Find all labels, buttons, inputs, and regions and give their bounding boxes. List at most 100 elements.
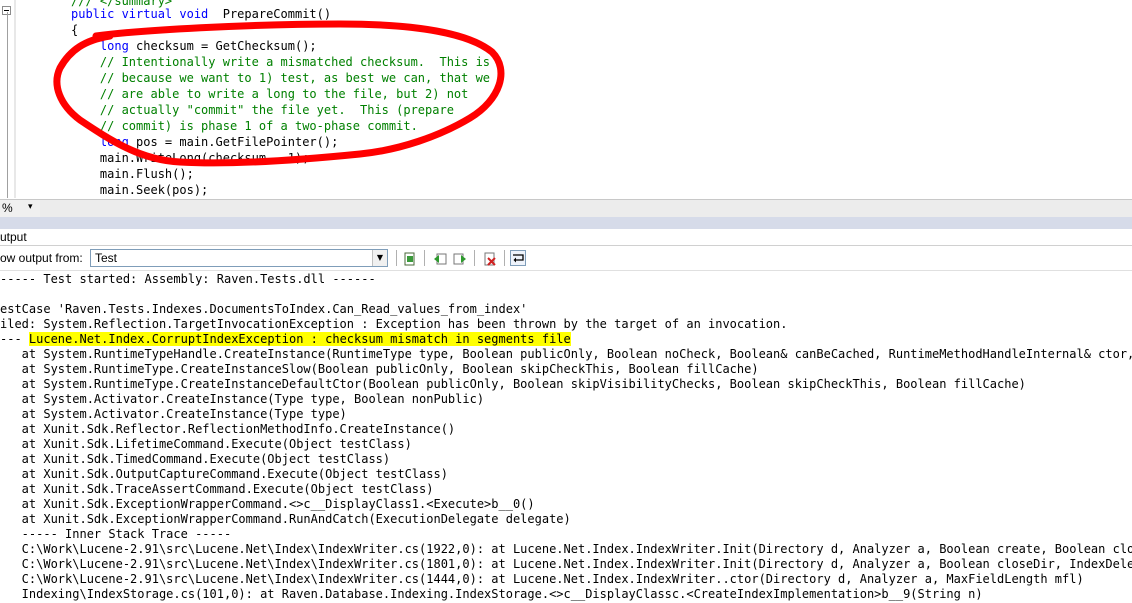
code-line: public virtual void PrepareCommit()	[71, 6, 331, 22]
code-comment: // commit) is phase 1 of a two-phase com…	[99, 119, 418, 133]
output-toolbar: ow output from: Test ▼	[0, 246, 1132, 271]
panel-splitter[interactable]	[0, 217, 1132, 229]
chevron-down-icon[interactable]: ▼	[372, 250, 387, 266]
find-message-icon	[404, 252, 415, 266]
find-message-button[interactable]	[402, 250, 418, 266]
output-line-text: at System.Activator.CreateInstance(Type …	[0, 407, 347, 421]
toolbar-separator	[424, 250, 425, 266]
output-line: at Xunit.Sdk.TraceAssertCommand.Execute(…	[0, 482, 434, 497]
output-line: estCase 'Raven.Tests.Indexes.DocumentsTo…	[0, 302, 527, 317]
output-line-text: at Xunit.Sdk.ExceptionWrapperCommand.<>c…	[0, 497, 535, 511]
zoom-level[interactable]: %	[2, 201, 13, 215]
code-text: checksum = GetChecksum();	[128, 39, 317, 53]
output-line: --- Lucene.Net.Index.CorruptIndexExcepti…	[0, 332, 571, 347]
outline-margin	[0, 0, 14, 198]
toolbar-separator	[474, 250, 475, 266]
code-comment: // actually "commit" the file yet. This …	[99, 103, 454, 117]
output-line-text: at Xunit.Sdk.ExceptionWrapperCommand.Run…	[0, 512, 571, 526]
code-comment: // because we want to 1) test, as best w…	[99, 71, 491, 85]
output-source-select[interactable]: Test ▼	[90, 249, 388, 267]
next-message-icon	[453, 253, 466, 265]
chevron-down-icon[interactable]: ▾	[28, 202, 33, 212]
code-text: pos = main.GetFilePointer();	[128, 135, 339, 149]
output-line-text: at Xunit.Sdk.OutputCaptureCommand.Execut…	[0, 467, 448, 481]
show-output-label: ow output from:	[0, 251, 83, 265]
code-line: // actually "commit" the file yet. This …	[71, 102, 454, 118]
code-editor[interactable]: /// </summary> public virtual void Prepar…	[0, 0, 1132, 198]
output-title-bar: utput	[0, 229, 1132, 246]
output-line: at Xunit.Sdk.TimedCommand.Execute(Object…	[0, 452, 390, 467]
horizontal-scrollbar[interactable]	[40, 200, 1132, 217]
output-title: utput	[0, 230, 27, 244]
output-line-text: at Xunit.Sdk.Reflector.ReflectionMethodI…	[0, 422, 456, 436]
code-line: // Intentionally write a mismatched chec…	[71, 54, 490, 70]
output-line: at Xunit.Sdk.ExceptionWrapperCommand.Run…	[0, 512, 571, 527]
output-line: at Xunit.Sdk.Reflector.ReflectionMethodI…	[0, 422, 455, 437]
output-line: at Xunit.Sdk.OutputCaptureCommand.Execut…	[0, 467, 448, 482]
prev-message-icon	[434, 253, 447, 265]
output-line: Indexing\IndexStorage.cs(101,0): at Rave…	[0, 587, 983, 602]
code-keyword: long	[99, 39, 129, 53]
code-text: {	[71, 23, 79, 37]
output-line: at System.RuntimeType.CreateInstanceSlow…	[0, 362, 759, 377]
output-line: at System.Activator.CreateInstance(Type …	[0, 407, 347, 422]
output-line: at Xunit.Sdk.ExceptionWrapperCommand.<>c…	[0, 497, 535, 512]
clear-all-icon	[484, 252, 496, 266]
output-line: C:\Work\Lucene-2.91\src\Lucene.Net\Index…	[0, 542, 1132, 557]
output-source-value: Test	[95, 251, 118, 265]
output-line-text: ----- Test started: Assembly: Raven.Test…	[0, 272, 376, 286]
zoom-bar: % ▾	[0, 199, 1132, 217]
output-line: at System.Activator.CreateInstance(Type …	[0, 392, 484, 407]
code-line: long pos = main.GetFilePointer();	[71, 134, 338, 150]
output-line: C:\Work\Lucene-2.91\src\Lucene.Net\Index…	[0, 557, 1132, 572]
output-line: iled: System.Reflection.TargetInvocation…	[0, 317, 787, 332]
code-line: long checksum = GetChecksum();	[71, 38, 317, 54]
output-line-text: Indexing\IndexStorage.cs(101,0): at Rave…	[0, 587, 983, 601]
code-line: main.Seek(pos);	[71, 182, 208, 198]
output-line-text: at System.RuntimeType.CreateInstanceSlow…	[0, 362, 759, 376]
editor-ruler	[14, 0, 16, 198]
output-line-text: at System.RuntimeTypeHandle.CreateInstan…	[0, 347, 1132, 361]
code-comment: // are able to write a long to the file,…	[99, 87, 469, 101]
code-text: main.Seek(pos);	[99, 183, 209, 197]
outline-line	[7, 12, 8, 198]
output-line: ----- Test started: Assembly: Raven.Test…	[0, 272, 376, 287]
code-line: main.Flush();	[71, 166, 194, 182]
code-line: main.WriteLong(checksum - 1);	[71, 150, 310, 166]
code-text: main.Flush();	[99, 167, 194, 181]
output-line-text: at Xunit.Sdk.TraceAssertCommand.Execute(…	[0, 482, 434, 496]
next-message-button[interactable]	[452, 250, 468, 266]
toolbar-separator	[396, 250, 397, 266]
word-wrap-button[interactable]	[510, 250, 526, 266]
output-line-text: at System.RuntimeType.CreateInstanceDefa…	[0, 377, 1026, 391]
word-wrap-icon	[513, 254, 524, 263]
output-line-text: ---	[0, 332, 29, 346]
code-line: // are able to write a long to the file,…	[71, 86, 468, 102]
code-text: PrepareCommit()	[208, 7, 332, 21]
output-line-text: C:\Work\Lucene-2.91\src\Lucene.Net\Index…	[0, 557, 1132, 571]
prev-message-button[interactable]	[432, 250, 448, 266]
output-line: at Xunit.Sdk.LifetimeCommand.Execute(Obj…	[0, 437, 412, 452]
output-line-text: iled: System.Reflection.TargetInvocation…	[0, 317, 788, 331]
output-line-text: C:\Work\Lucene-2.91\src\Lucene.Net\Index…	[0, 542, 1132, 556]
code-text: main.WriteLong(checksum - 1);	[99, 151, 310, 165]
output-text-area[interactable]: ----- Test started: Assembly: Raven.Test…	[0, 271, 1132, 603]
toolbar-separator	[504, 250, 505, 266]
code-comment: // Intentionally write a mismatched chec…	[99, 55, 491, 69]
code-keyword: long	[99, 135, 129, 149]
output-line: C:\Work\Lucene-2.91\src\Lucene.Net\Index…	[0, 572, 1084, 587]
code-keyword: public virtual void	[71, 7, 209, 21]
output-line-text: estCase 'Raven.Tests.Indexes.DocumentsTo…	[0, 302, 528, 316]
clear-all-button[interactable]	[482, 250, 498, 266]
output-line: at System.RuntimeTypeHandle.CreateInstan…	[0, 347, 1132, 362]
code-line: {	[71, 22, 78, 38]
